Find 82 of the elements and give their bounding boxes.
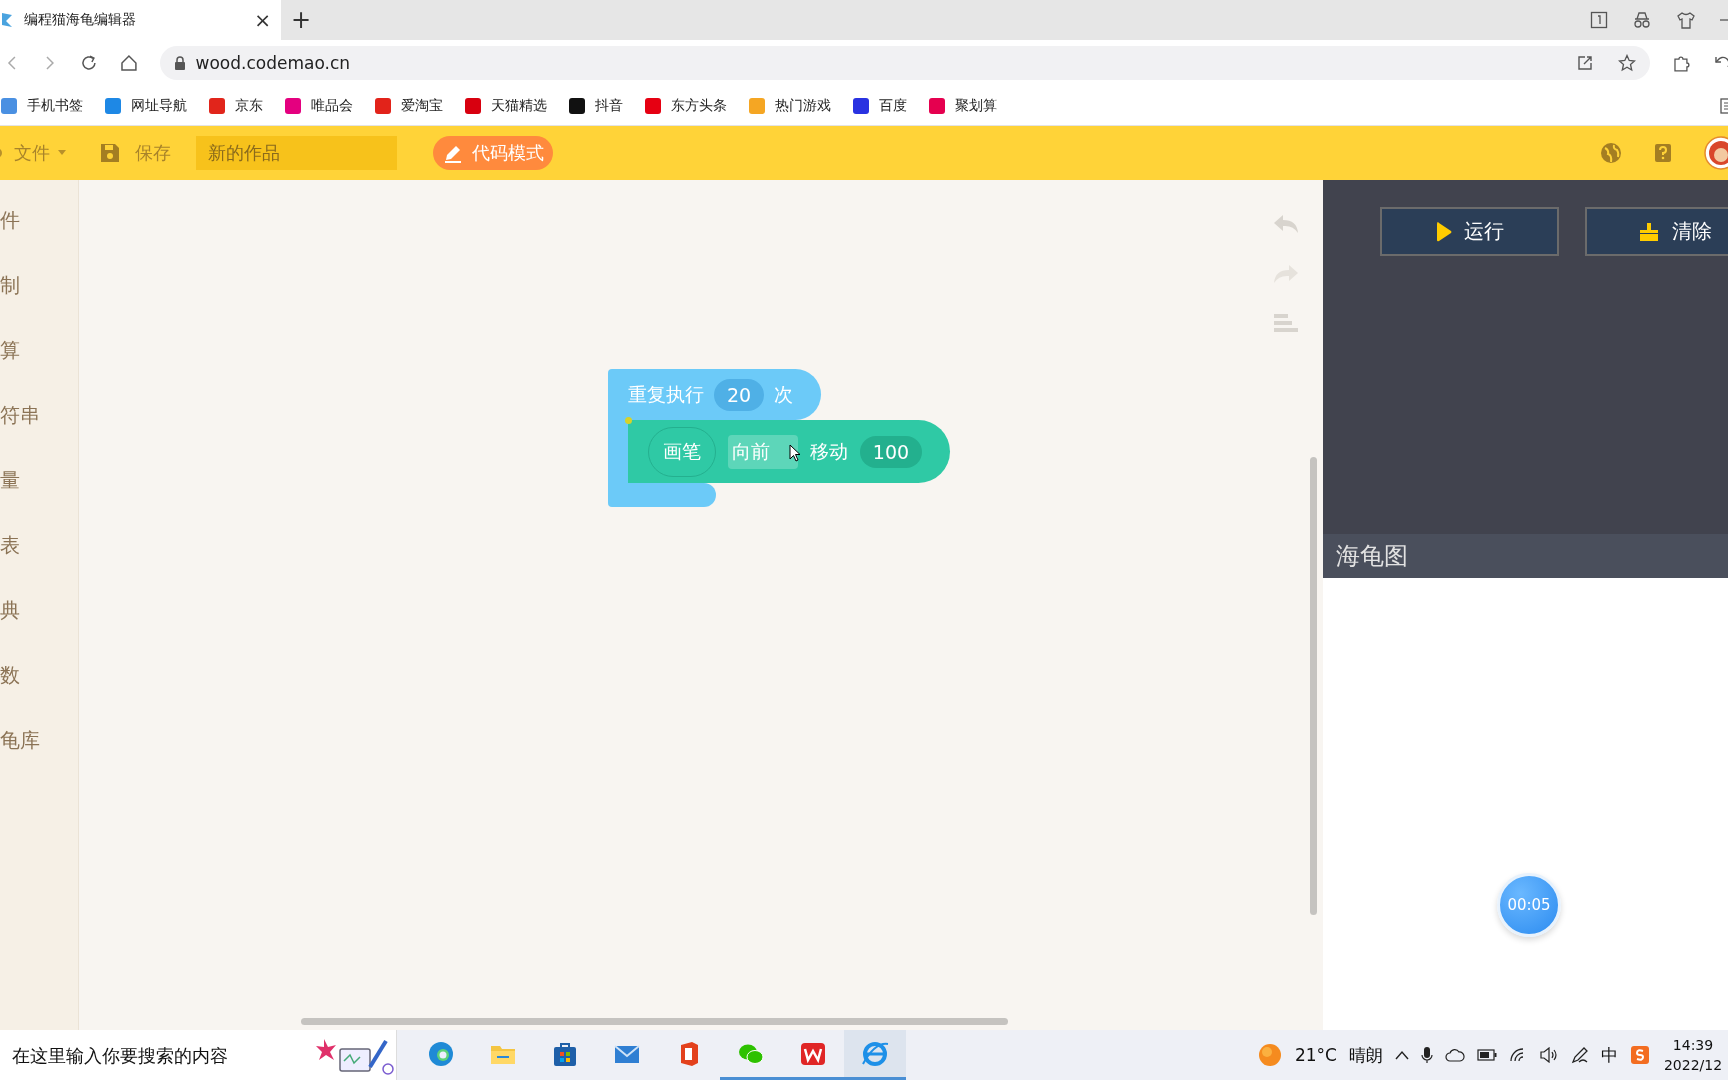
repeat-block-header[interactable]: 重复执行 20 次 (608, 369, 821, 420)
help-icon[interactable] (1654, 143, 1672, 163)
file-menu[interactable]: 文件 (0, 141, 66, 165)
address-field[interactable]: wood.codemao.cn (159, 46, 1651, 80)
bookmark-link[interactable]: 抖音 (568, 96, 623, 115)
category-item[interactable]: 量 (0, 448, 78, 513)
run-button[interactable]: 运行 (1380, 207, 1559, 256)
clock-time: 14:39 (1672, 1036, 1714, 1055)
search-field[interactable]: 在这里输入你要搜索的内容 (0, 1030, 397, 1080)
tab-title: 编程猫海龟编辑器 (24, 11, 137, 29)
category-item[interactable]: 件 (0, 188, 78, 253)
site-icon (0, 11, 14, 29)
category-item[interactable]: 制 (0, 253, 78, 318)
microphone-icon[interactable] (1421, 1046, 1433, 1064)
sogou-icon[interactable] (1630, 1045, 1650, 1065)
sun-icon[interactable] (1257, 1042, 1283, 1068)
incognito-icon[interactable] (1632, 11, 1652, 29)
bookmark-link[interactable]: 京东 (208, 96, 263, 115)
reload-icon[interactable] (79, 54, 98, 72)
bookmark-link[interactable]: 百度 (852, 96, 907, 115)
pencil-icon (442, 143, 463, 163)
floppy-icon (100, 143, 120, 163)
number-field[interactable]: 100 (860, 435, 922, 468)
bookmark-link[interactable]: 天猫精选 (464, 96, 547, 115)
input-method-indicator[interactable]: 中 (1601, 1043, 1618, 1067)
scrollbar[interactable] (301, 1018, 1008, 1025)
play-icon (1435, 220, 1452, 243)
category-item[interactable]: 龟库 (0, 708, 78, 773)
shirt-icon[interactable] (1676, 11, 1696, 29)
taskbar-app[interactable] (844, 1030, 906, 1080)
star-icon[interactable] (1618, 54, 1637, 72)
weather-text: 晴朗 (1349, 1043, 1383, 1067)
reading-list-icon[interactable] (1718, 96, 1728, 115)
close-button[interactable]: × (254, 10, 271, 30)
speaker-icon[interactable] (1539, 1047, 1559, 1063)
cursor-icon (789, 444, 801, 462)
search-input[interactable]: 在这里输入你要搜索的内容 (0, 1043, 314, 1067)
block-label: 移动 (810, 438, 848, 464)
number-field[interactable]: 20 (714, 378, 764, 411)
connection-dot (625, 417, 632, 424)
caret-icon (58, 150, 66, 156)
stage-title: 海龟图 (1323, 534, 1728, 578)
tab-count-icon[interactable] (1590, 11, 1608, 29)
battery-icon[interactable] (1477, 1049, 1497, 1061)
category-item[interactable]: 符串 (0, 383, 78, 448)
bookmark-link[interactable]: 唯品会 (284, 96, 353, 115)
block-label: 重复执行 (628, 381, 704, 407)
timer-badge: 00:05 (1497, 873, 1561, 937)
browser-icon (427, 1039, 455, 1068)
temperature-text: 21°C (1295, 1045, 1337, 1065)
bookmark-link[interactable]: 网址导航 (104, 96, 187, 115)
bookmark-link[interactable]: 热门游戏 (748, 96, 831, 115)
new-tab-button[interactable]: + (291, 0, 312, 40)
broom-icon (1637, 221, 1660, 242)
cloud-icon[interactable] (1445, 1048, 1465, 1062)
avatar-icon[interactable] (1704, 136, 1728, 170)
pen-icon[interactable] (1571, 1046, 1589, 1064)
bookmark-link[interactable]: 东方头条 (644, 96, 727, 115)
scrollbar[interactable] (1310, 457, 1317, 915)
save-button[interactable]: 保存 (100, 141, 171, 165)
chevron-up-icon[interactable] (1395, 1050, 1409, 1060)
url-text: wood.codemao.cn (195, 53, 351, 73)
bookmark-link[interactable]: 聚划算 (928, 96, 997, 115)
clear-button[interactable]: 清除 (1585, 207, 1728, 256)
globe-icon[interactable] (1600, 142, 1622, 164)
block-label: 次 (774, 381, 793, 407)
category-item[interactable]: 表 (0, 513, 78, 578)
project-name-field[interactable]: 新的作品 (196, 136, 397, 170)
move-block[interactable]: 画笔 向前 移动 100 (628, 420, 950, 483)
clock-date: 2022/12 (1663, 1056, 1723, 1075)
category-item[interactable]: 算 (0, 318, 78, 383)
browser-tab[interactable]: 编程猫海龟编辑器 × (0, 0, 281, 40)
browser-icon (861, 1039, 889, 1068)
category-item[interactable]: 典 (0, 578, 78, 643)
pen-dropdown[interactable]: 画笔 (648, 426, 716, 477)
category-item[interactable]: 数 (0, 643, 78, 708)
share-icon[interactable] (1576, 54, 1595, 72)
bookmark-link[interactable]: 爱淘宝 (374, 96, 443, 115)
bookmark-link[interactable]: 手机书签 (0, 96, 83, 115)
home-icon[interactable] (119, 54, 138, 72)
code-mode-button[interactable]: 代码模式 (433, 136, 553, 170)
lock-icon (173, 56, 186, 70)
